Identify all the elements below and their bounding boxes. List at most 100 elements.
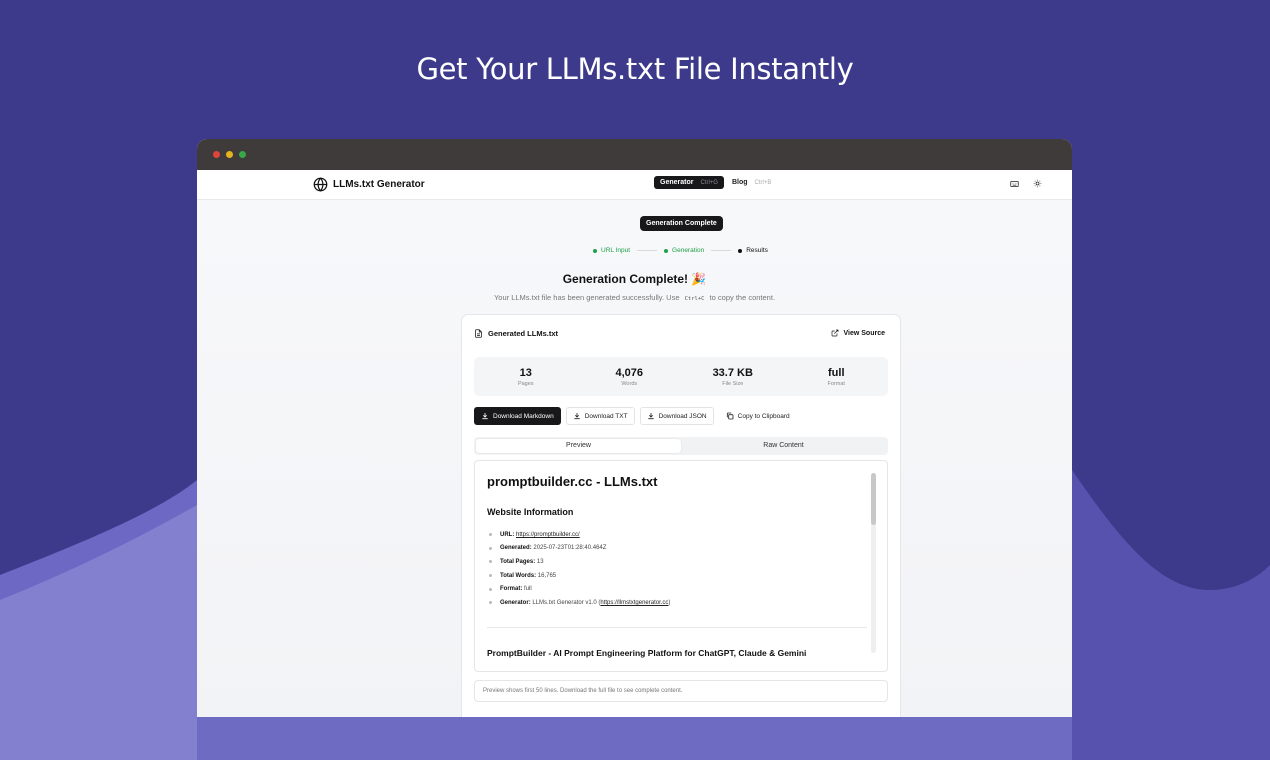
result-subtitle-before: Your LLMs.txt file has been generated su…: [493, 293, 680, 302]
copy-clipboard-button[interactable]: Copy to Clipboard: [718, 407, 797, 425]
card-title: Generated LLMs.txt: [488, 329, 559, 338]
bullet-icon: [489, 533, 492, 537]
list-item: URL: https://promptbuilder.cc/: [489, 528, 670, 542]
nav-actions: [1010, 179, 1042, 188]
list-item-text: URL: https://promptbuilder.cc/: [500, 532, 580, 538]
step-dot: [738, 248, 743, 253]
view-source-link[interactable]: View Source: [831, 329, 885, 337]
step-dot: [593, 248, 597, 253]
stat-label: Words: [621, 380, 638, 387]
bullet-icon: [489, 560, 492, 564]
stat-value: 33.7 KB: [712, 366, 753, 379]
key-colon: :: [534, 572, 537, 579]
info-link[interactable]: https://llmstxtgenerator.cc: [600, 600, 668, 606]
preview-divider: [487, 627, 867, 628]
nav-blog-shortcut: Ctrl+B: [754, 179, 772, 186]
sun-icon[interactable]: [1033, 179, 1042, 188]
brand-link[interactable]: LLMs.txt Generator: [313, 177, 425, 192]
bullet-icon: [489, 546, 492, 550]
stat-file-size: 33.7 KB File Size: [683, 367, 783, 387]
view-source-label: View Source: [843, 329, 885, 337]
keyboard-icon[interactable]: [1010, 180, 1019, 188]
result-title: Generation Complete! 🎉: [562, 272, 707, 286]
list-item-text: Generator: LLMs.txt Generator v1.0 (http…: [500, 600, 670, 606]
nav-generator-shortcut: Ctrl+G: [700, 179, 718, 186]
list-item-text: Format: full: [500, 586, 532, 592]
info-value: 2025-07-23T01:28:40.464Z: [533, 545, 607, 552]
info-key: Generator: [500, 599, 529, 606]
scrollbar-thumb[interactable]: [871, 473, 876, 525]
info-link[interactable]: https://promptbuilder.cc/: [516, 532, 580, 538]
external-link-icon: [832, 329, 839, 337]
stat-pages: 13 Pages: [476, 367, 576, 387]
list-item-text: Generated: 2025-07-23T01:28:40.464Z: [500, 545, 606, 551]
stat-value: 4,076: [615, 366, 644, 379]
bullet-icon: [489, 574, 492, 578]
stat-label: File Size: [722, 380, 744, 387]
copy-shortcut-kbd: Ctrl+C: [684, 296, 705, 302]
list-item-text: Total Pages: 13: [500, 559, 544, 565]
bullet-icon: [489, 587, 492, 591]
card-header: Generated LLMs.txt: [474, 329, 558, 338]
globe-icon: [313, 177, 328, 192]
stat-label: Pages: [517, 380, 534, 387]
result-subtitle: Your LLMs.txt file has been generated su…: [197, 293, 1072, 302]
minimize-window-dot[interactable]: [226, 151, 233, 158]
key-colon: :: [528, 599, 531, 606]
stat-value: 13: [519, 366, 532, 379]
stat-label: Format: [827, 380, 845, 387]
stat-words: 4,076 Words: [579, 367, 679, 387]
download-markdown-button[interactable]: Download Markdown: [474, 407, 561, 425]
step-connector: [711, 250, 732, 251]
nav-generator-tab[interactable]: Generator Ctrl+G: [654, 176, 724, 189]
info-key: Total Words: [500, 572, 535, 579]
download-icon: [482, 413, 488, 420]
stats-panel: 13 Pages 4,076 Words 33.7 KB File Size f…: [474, 357, 888, 396]
nav-blog-tab[interactable]: Blog Ctrl+B: [732, 179, 771, 186]
view-tabs: Preview Raw Content: [474, 437, 888, 455]
info-value: 13: [536, 558, 544, 565]
info-value: LLMs.txt Generator v1.0 (: [532, 599, 601, 606]
file-text-icon: [475, 329, 482, 338]
step-label: URL Input: [601, 247, 631, 254]
brand-name: LLMs.txt Generator: [333, 179, 425, 190]
info-value: full: [524, 586, 532, 593]
preview-scrollbar[interactable]: [871, 473, 876, 653]
markdown-preview[interactable]: promptbuilder.cc - LLMs.txt Website Info…: [474, 460, 888, 672]
info-key: Generated: [500, 545, 530, 552]
step-url-input: URL Input: [593, 247, 630, 254]
nav-generator-label: Generator: [660, 179, 694, 186]
preview-notice: Preview shows first 50 lines. Download t…: [474, 680, 888, 702]
list-item: Total Words: 16,765: [489, 569, 670, 583]
progress-stepper: URL Input Generation Results: [593, 247, 768, 254]
tab-preview[interactable]: Preview: [476, 439, 681, 453]
nav-blog-label: Blog: [731, 179, 748, 186]
info-key: Format: [500, 586, 521, 593]
step-connector: [637, 250, 658, 251]
close-window-dot[interactable]: [213, 151, 220, 158]
step-label: Generation: [672, 247, 705, 254]
preview-info-list: URL: https://promptbuilder.cc/ Generated…: [489, 528, 670, 610]
list-item: Total Pages: 13: [489, 555, 670, 569]
copy-icon: [726, 412, 734, 420]
status-badge: Generation Complete: [640, 216, 723, 231]
maximize-window-dot[interactable]: [239, 151, 246, 158]
key-colon: :: [520, 586, 523, 593]
main-nav: Generator Ctrl+G Blog Ctrl+B: [654, 176, 771, 189]
download-txt-button[interactable]: Download TXT: [565, 407, 635, 425]
step-generation: Generation: [664, 247, 704, 254]
top-navbar: LLMs.txt Generator Generator Ctrl+G Blog…: [197, 170, 1072, 200]
download-json-button[interactable]: Download JSON: [639, 407, 714, 425]
download-icon: [647, 413, 654, 420]
bullet-icon: [489, 601, 492, 605]
preview-heading-2: Website Information: [487, 507, 574, 517]
download-icon: [574, 413, 580, 420]
info-value: 16,765: [537, 572, 557, 579]
list-item: Format: full: [489, 582, 670, 596]
info-key: URL: [500, 531, 513, 538]
tab-raw-content[interactable]: Raw Content: [681, 439, 886, 453]
result-card: Generated LLMs.txt View Source 13 Pages …: [461, 314, 901, 717]
info-key: Total Pages: [500, 558, 534, 565]
result-subtitle-after: to copy the content.: [709, 293, 776, 302]
stat-format: full Format: [786, 367, 886, 387]
